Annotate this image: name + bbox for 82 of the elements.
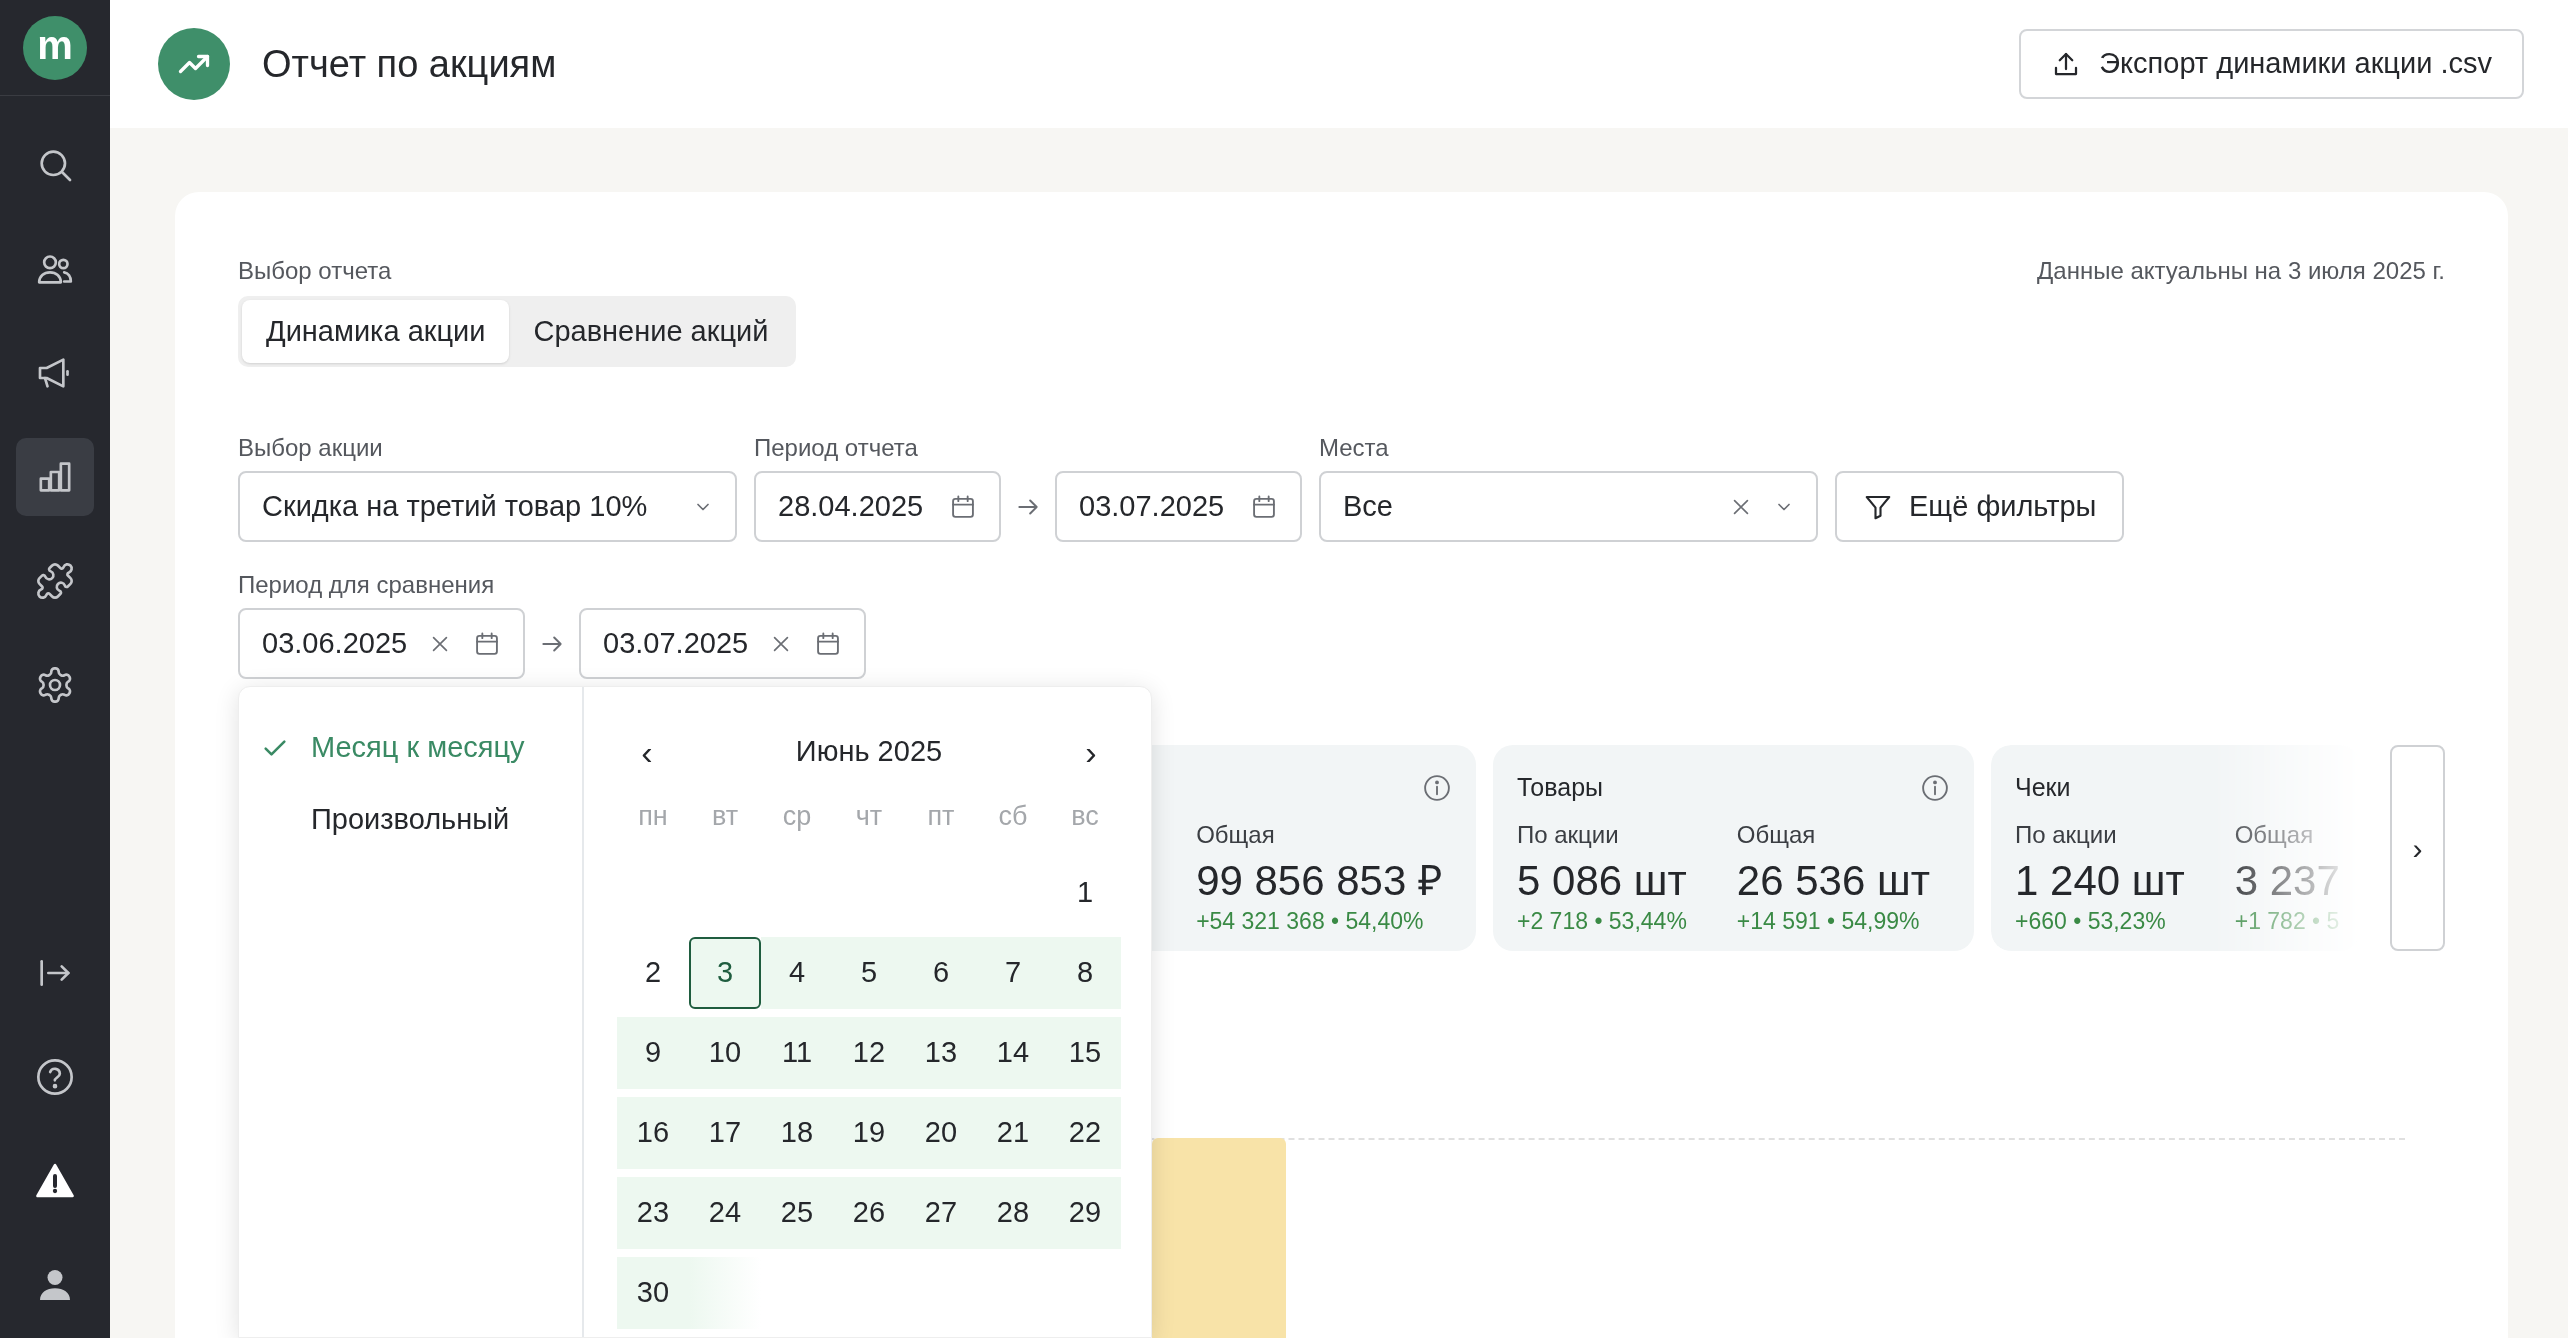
preset-option[interactable]: Месяц к месяцу <box>239 723 582 773</box>
metric-label: Общая <box>2234 820 2315 850</box>
weekday-label: сб <box>997 799 1029 833</box>
calendar-day[interactable]: 14 <box>977 1017 1049 1089</box>
calendar-day[interactable]: 25 <box>761 1177 833 1249</box>
calendar-day[interactable]: 4 <box>761 937 833 1009</box>
metric-value: 26 536 шт <box>1736 856 1930 906</box>
calendar-day[interactable]: 21 <box>977 1097 1049 1169</box>
previous-month-button[interactable]: ‹ <box>627 730 667 774</box>
info-icon[interactable] <box>1422 773 1452 803</box>
next-month-button[interactable]: › <box>1071 730 1111 774</box>
calendar-day[interactable]: 26 <box>833 1177 905 1249</box>
metric-value: 1 240 шт <box>2015 856 2185 906</box>
metric-label: По акции <box>2015 820 2118 850</box>
date-field[interactable]: 03.07.2025 <box>1055 471 1302 542</box>
promo-select[interactable]: Скидка на третий товар 10% <box>238 471 737 542</box>
card-title: Чеки <box>2015 772 2071 804</box>
calendar-day[interactable]: 24 <box>689 1177 761 1249</box>
field-label: Выбор акции <box>238 433 384 463</box>
export-button[interactable]: Экспорт динамики акции .csv <box>2019 29 2524 99</box>
weekday-label: вт <box>710 799 740 833</box>
calendar-day[interactable]: 27 <box>905 1177 977 1249</box>
metric-value: 5 086 шт <box>1517 856 1687 906</box>
calendar-day[interactable]: 6 <box>905 937 977 1009</box>
page-title: Отчет по акциям <box>262 41 557 87</box>
calendar-day[interactable]: 12 <box>833 1017 905 1089</box>
logo: m <box>23 15 87 80</box>
metric-value: 3 237 <box>2234 856 2340 906</box>
calendar-day[interactable]: 18 <box>761 1097 833 1169</box>
weekday-label: чт <box>854 799 884 833</box>
field-label: Места <box>1319 433 1390 463</box>
metric-change: +14 591 • 54,99% <box>1736 907 1921 935</box>
calendar-day[interactable]: 11 <box>761 1017 833 1089</box>
calendar-day[interactable]: 2 <box>617 937 689 1009</box>
calendar-day[interactable]: 17 <box>689 1097 761 1169</box>
date-field[interactable]: 03.07.2025 <box>579 608 866 679</box>
metric-change: +54 321 368 • 54,40% <box>1196 907 1425 935</box>
report-tab[interactable]: Динамика акции <box>242 300 510 363</box>
calendar-day[interactable]: 8 <box>1049 937 1121 1009</box>
places-select[interactable]: Все <box>1319 471 1818 542</box>
calendar-day[interactable]: 10 <box>689 1017 761 1089</box>
calendar-day[interactable]: 23 <box>617 1177 689 1249</box>
metric-label: По акции <box>1517 820 1620 850</box>
weekday-label: вс <box>1070 799 1100 833</box>
report-tab[interactable]: Сравнение акций <box>509 300 793 363</box>
calendar-day[interactable]: 30 <box>617 1257 689 1329</box>
field-label: Выбор отчета <box>238 256 393 286</box>
calendar-day[interactable]: 19 <box>833 1097 905 1169</box>
metric-label: Общая <box>1196 820 1276 850</box>
calendar-day[interactable]: 5 <box>833 937 905 1009</box>
calendar-day[interactable]: 15 <box>1049 1017 1121 1089</box>
more-filters-button[interactable]: Ещё фильтры <box>1835 471 2125 542</box>
metric-change: +660 • 53,23% <box>2015 907 2167 935</box>
field-label: Период отчета <box>754 433 919 463</box>
card-title: Товары <box>1517 772 1603 804</box>
calendar-day[interactable]: 13 <box>905 1017 977 1089</box>
calendar-day[interactable]: 20 <box>905 1097 977 1169</box>
sidebar-item[interactable] <box>16 438 94 516</box>
weekday-label: пн <box>637 799 669 833</box>
date-field[interactable]: 28.04.2025 <box>754 471 1001 542</box>
calendar-day[interactable]: 1 <box>1049 857 1121 929</box>
update-note: Данные актуальны на 3 июля 2025 г. <box>2037 256 2445 286</box>
month-title: Июнь 2025 <box>795 734 943 770</box>
info-icon[interactable] <box>1920 773 1950 803</box>
weekday-label: пт <box>926 799 956 833</box>
help-icon <box>35 1057 75 1097</box>
calendar-day[interactable]: 9 <box>617 1017 689 1089</box>
field-label: Период для сравнения <box>238 570 496 600</box>
preset-option[interactable]: Произвольный <box>239 795 582 845</box>
weekday-label: ср <box>781 799 813 833</box>
date-field[interactable]: 03.06.2025 <box>238 608 525 679</box>
calendar-day[interactable]: 22 <box>1049 1097 1121 1169</box>
puzzle-icon <box>35 561 75 601</box>
next-button[interactable]: › <box>2390 745 2445 951</box>
metric-change: +2 718 • 53,44% <box>1517 907 1687 935</box>
calendar-day[interactable]: 29 <box>1049 1177 1121 1249</box>
calendar-day[interactable]: 7 <box>977 937 1049 1009</box>
calendar-day[interactable]: 28 <box>977 1177 1049 1249</box>
metric-value: 99 856 853 ₽ <box>1196 856 1442 906</box>
calendar-day[interactable]: 16 <box>617 1097 689 1169</box>
metric-label: Общая <box>1736 820 1817 850</box>
calendar-day[interactable]: 3 <box>689 937 761 1009</box>
